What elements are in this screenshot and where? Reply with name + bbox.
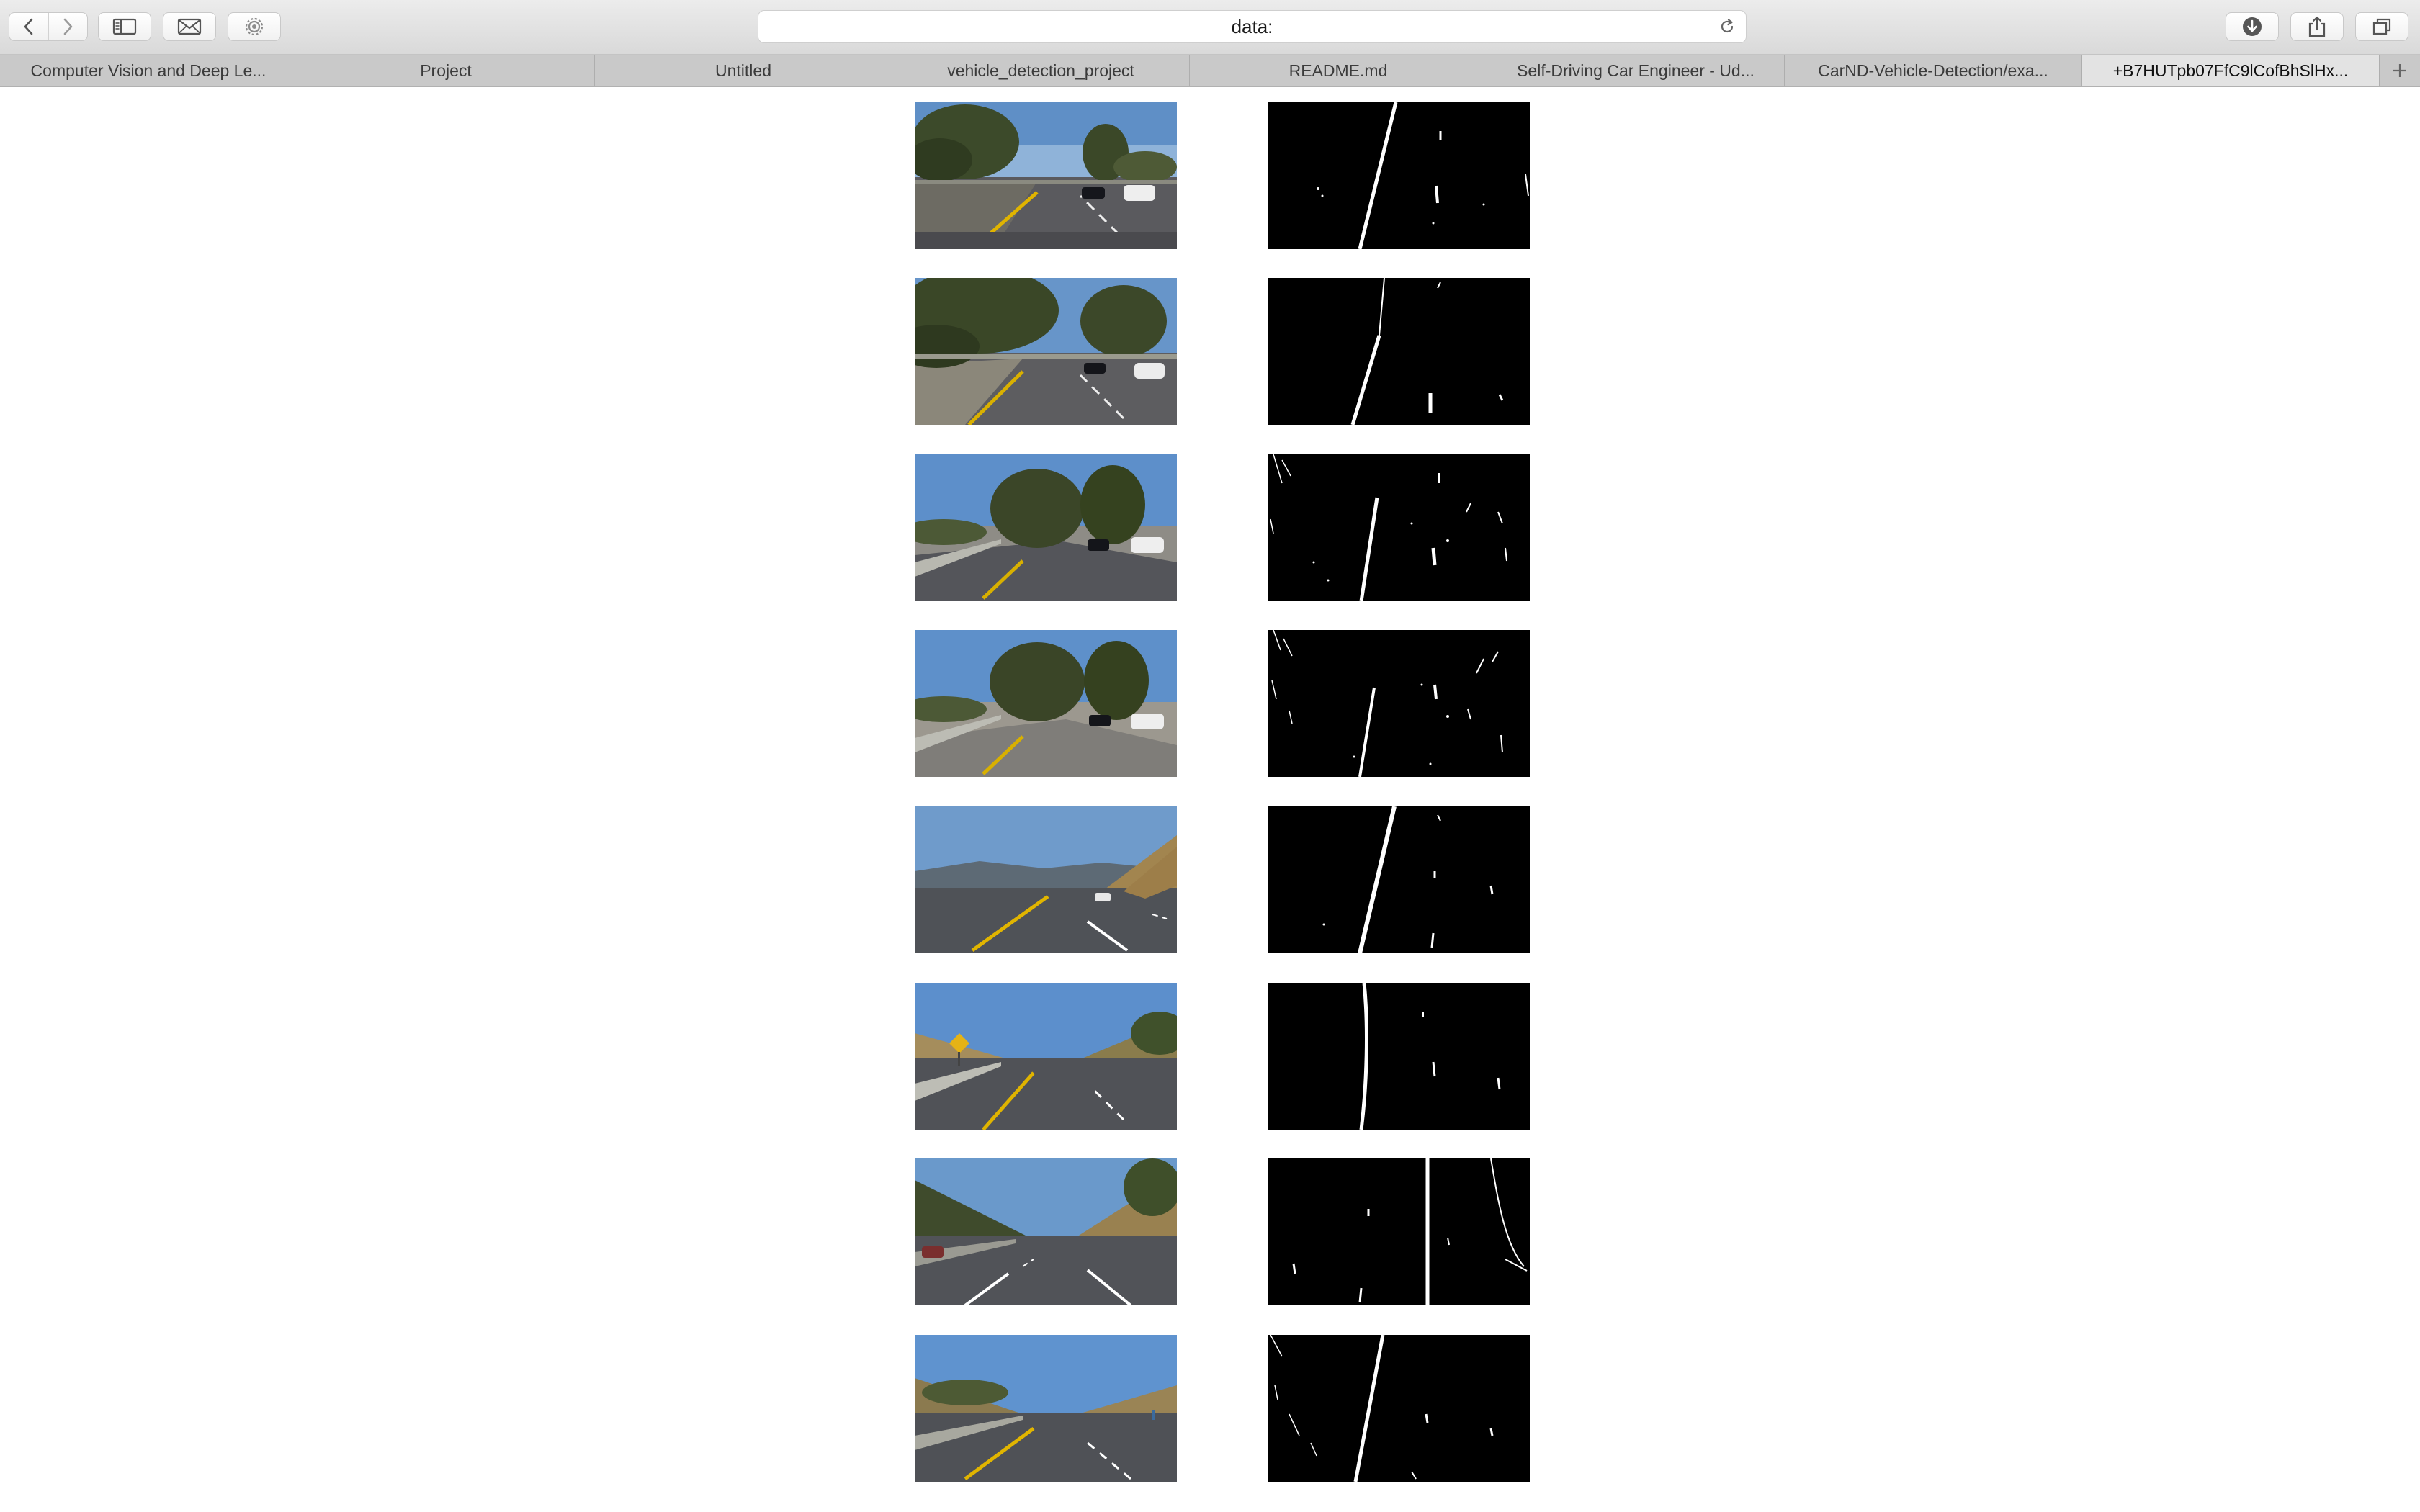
road-image (915, 630, 1177, 777)
plus-icon (2393, 64, 2406, 77)
image-pair-row (915, 983, 1530, 1130)
tab-untitled[interactable]: Untitled (595, 55, 892, 86)
image-pair-row (915, 102, 1530, 249)
image-pair-row (915, 630, 1530, 777)
road-image (915, 454, 1177, 601)
tab-project[interactable]: Project (297, 55, 595, 86)
road-image (915, 983, 1177, 1130)
address-text: data: (1231, 16, 1273, 37)
lane-binary-image (1268, 1335, 1530, 1482)
reload-icon[interactable] (1718, 18, 1736, 35)
tab-readme[interactable]: README.md (1190, 55, 1487, 86)
image-pair-row (915, 278, 1530, 425)
downloads-button[interactable] (2226, 12, 2279, 41)
tab-bar: Computer Vision and Deep Le... Project U… (0, 55, 2420, 87)
lane-binary-image (1268, 102, 1530, 249)
tabs-overview-icon (2372, 18, 2391, 35)
road-image (915, 1158, 1177, 1305)
forward-button[interactable] (48, 13, 88, 40)
lane-binary-image (1268, 454, 1530, 601)
road-image (915, 278, 1177, 425)
chevron-right-icon (63, 18, 73, 35)
sidebar-button[interactable] (98, 12, 151, 41)
download-icon (2243, 17, 2262, 36)
nav-buttons (9, 12, 88, 41)
road-image (915, 102, 1177, 249)
share-icon (2308, 16, 2326, 37)
image-pair-row (915, 1335, 1530, 1482)
new-tab-button[interactable] (2380, 55, 2420, 86)
address-bar[interactable]: data: (758, 10, 1747, 43)
road-image (915, 1335, 1177, 1482)
road-image (915, 806, 1177, 953)
lane-binary-image (1268, 278, 1530, 425)
sidebar-icon (112, 18, 137, 35)
lane-binary-image (1268, 1158, 1530, 1305)
image-pair-row (915, 806, 1530, 953)
browser-toolbar: data: (0, 0, 2420, 55)
lane-binary-image (1268, 630, 1530, 777)
tab-vehicle-detection-project[interactable]: vehicle_detection_project (892, 55, 1190, 86)
image-pair-row (915, 454, 1530, 601)
settings-button[interactable] (228, 12, 281, 41)
page-content (0, 87, 2420, 1512)
lane-binary-image (1268, 806, 1530, 953)
tab-computer-vision[interactable]: Computer Vision and Deep Le... (0, 55, 297, 86)
tab-self-driving-car-engineer[interactable]: Self-Driving Car Engineer - Ud... (1487, 55, 1785, 86)
mail-icon (177, 18, 202, 35)
tabs-overview-button[interactable] (2355, 12, 2408, 41)
lane-binary-image (1268, 983, 1530, 1130)
tab-carnd-vehicle-detection[interactable]: CarND-Vehicle-Detection/exa... (1785, 55, 2082, 86)
share-button[interactable] (2290, 12, 2344, 41)
gear-icon (245, 17, 264, 36)
back-button[interactable] (9, 13, 48, 40)
mail-button[interactable] (163, 12, 216, 41)
chevron-left-icon (24, 18, 33, 35)
image-pair-row (915, 1158, 1530, 1305)
tab-data-image-active[interactable]: +B7HUTpb07FfC9lCofBhSlHx... (2082, 55, 2380, 86)
